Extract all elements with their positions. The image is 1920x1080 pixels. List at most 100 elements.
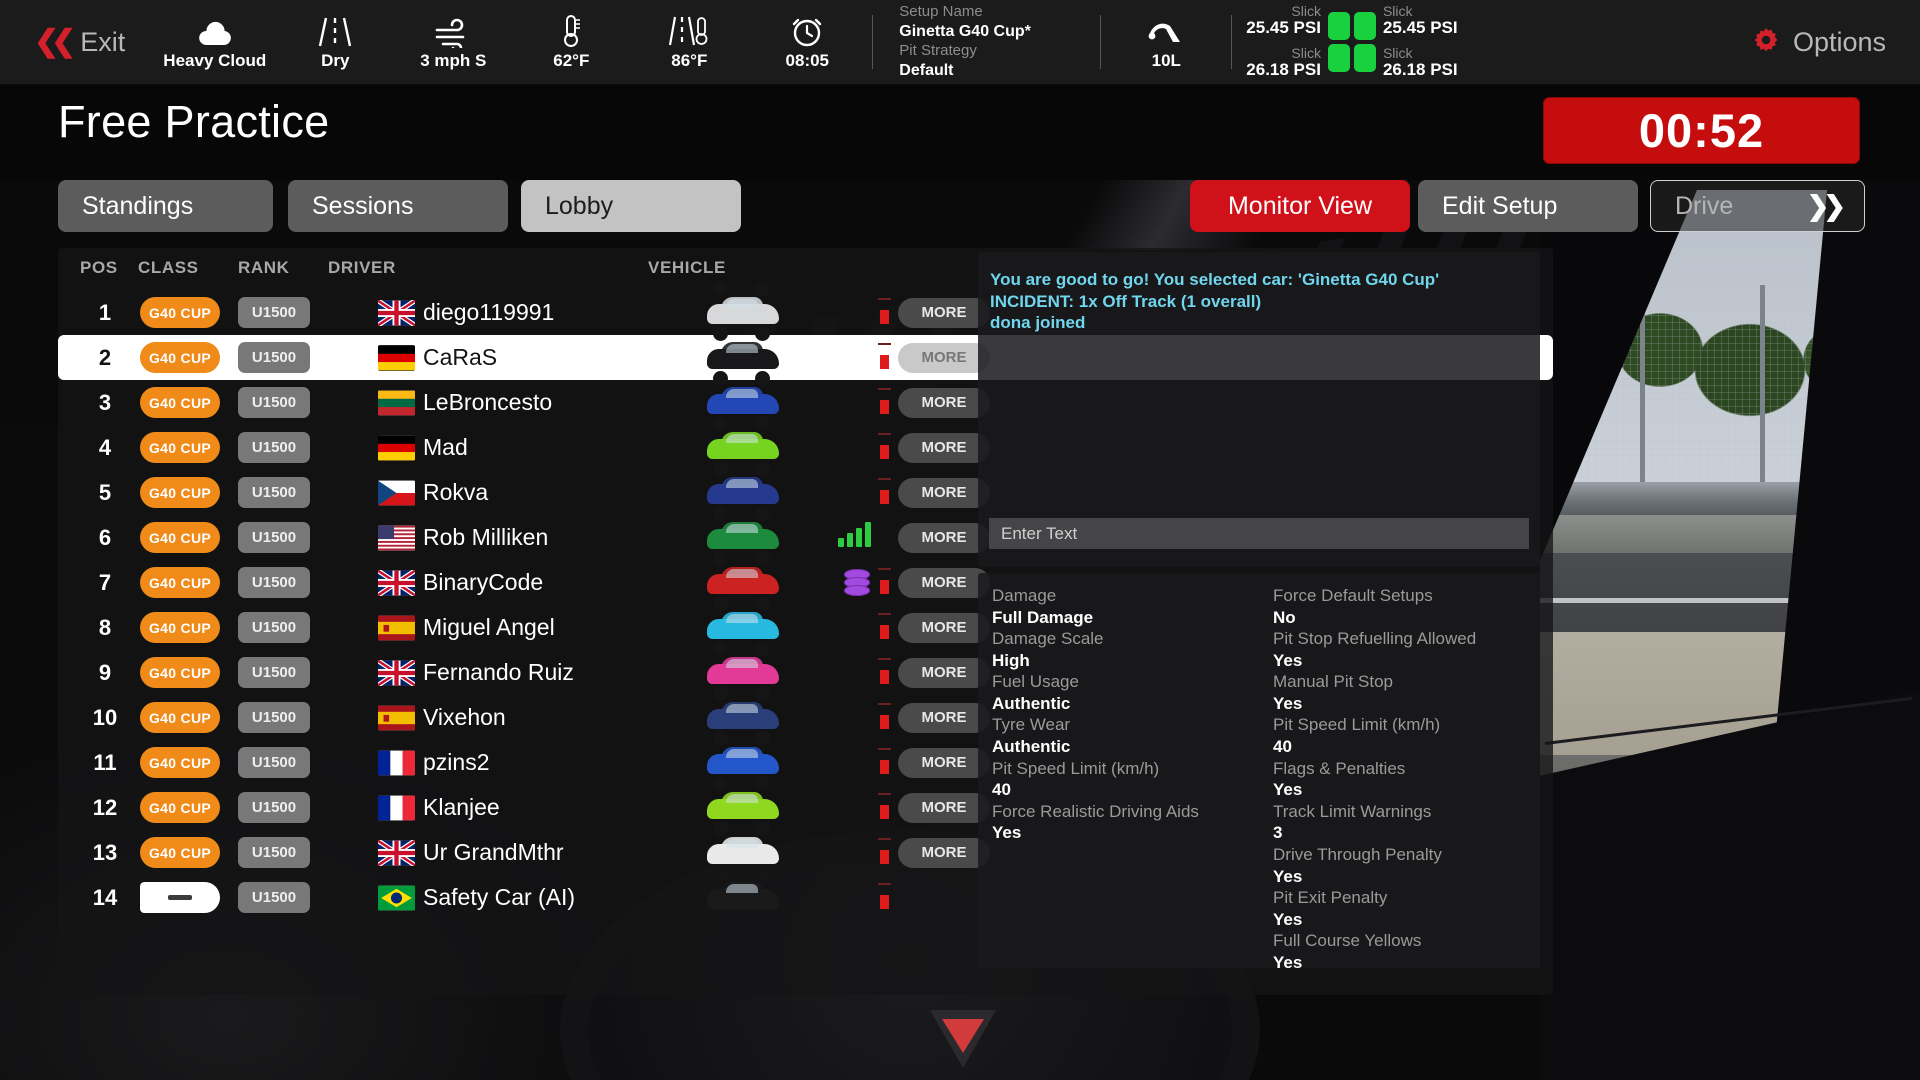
vehicle-thumbnail bbox=[703, 460, 785, 510]
tab-lobby[interactable]: Lobby bbox=[521, 180, 741, 232]
more-button[interactable]: MORE bbox=[898, 297, 990, 328]
setup-name-label: Setup Name bbox=[899, 2, 983, 20]
chat-message-list: You are good to go! You selected car: 'G… bbox=[978, 252, 1540, 334]
ping-dash bbox=[878, 882, 891, 885]
options-button[interactable]: Options bbox=[1719, 0, 1920, 84]
page-title: Free Practice bbox=[58, 96, 330, 147]
driver-name: CaRaS bbox=[423, 344, 498, 370]
divider bbox=[1231, 15, 1233, 69]
rank-badge: U1500 bbox=[238, 702, 310, 733]
more-button[interactable]: MORE bbox=[898, 432, 990, 463]
country-flag-icon bbox=[378, 299, 415, 326]
pit-strategy-label: Pit Strategy bbox=[899, 42, 977, 59]
fuel-value: 10L bbox=[1151, 50, 1181, 70]
track-temp-icon bbox=[667, 14, 711, 48]
tyre-rl-compound: Slick bbox=[1291, 45, 1321, 61]
chat-message: dona joined bbox=[990, 313, 1086, 333]
vehicle-thumbnail bbox=[703, 415, 785, 465]
rank-badge: U1500 bbox=[238, 612, 310, 643]
edit-setup-button[interactable]: Edit Setup bbox=[1418, 180, 1638, 232]
air-temperature-value: 62°F bbox=[553, 50, 590, 70]
setting-label: Pit Exit Penalty bbox=[1273, 888, 1388, 908]
country-flag-icon bbox=[378, 389, 415, 416]
setting-label: Flags & Penalties bbox=[1273, 758, 1406, 778]
more-button[interactable]: MORE bbox=[898, 702, 990, 733]
more-button[interactable]: MORE bbox=[898, 477, 990, 508]
country-flag-icon bbox=[378, 659, 415, 686]
tyre-front-right: Slick 25.45 PSI bbox=[1382, 3, 1458, 38]
connection-indicator bbox=[838, 836, 898, 870]
connection-indicator bbox=[838, 386, 898, 420]
ping-indicator-icon bbox=[880, 399, 889, 414]
setting-label: Pit Speed Limit (km/h) bbox=[1273, 715, 1441, 735]
road-dry-icon bbox=[317, 14, 353, 48]
connection-indicator bbox=[838, 296, 898, 330]
ping-dash bbox=[878, 657, 891, 660]
vehicle-thumbnail bbox=[703, 775, 785, 825]
connection-indicator bbox=[838, 746, 898, 780]
drive-button[interactable]: Drive ❯❯ bbox=[1650, 180, 1865, 232]
setting-label: Full Course Yellows bbox=[1273, 931, 1422, 951]
more-button[interactable]: MORE bbox=[898, 522, 990, 553]
class-badge: G40 CUP bbox=[140, 612, 220, 643]
ping-dash bbox=[878, 702, 891, 705]
tyre-swatch-rr bbox=[1353, 44, 1376, 72]
divider bbox=[1100, 15, 1102, 69]
ping-indicator-icon bbox=[880, 804, 889, 819]
ping-indicator-icon bbox=[880, 444, 889, 459]
monitor-view-button[interactable]: Monitor View bbox=[1190, 180, 1410, 232]
position: 14 bbox=[92, 884, 118, 910]
more-button[interactable]: MORE bbox=[898, 837, 990, 868]
tab-standings[interactable]: Standings bbox=[58, 180, 273, 232]
setting-value: 40 bbox=[992, 780, 1011, 800]
rank-badge: U1500 bbox=[238, 477, 310, 508]
ping-dash bbox=[878, 567, 891, 570]
position: 10 bbox=[92, 704, 118, 730]
more-button[interactable]: MORE bbox=[898, 387, 990, 418]
connection-indicator bbox=[838, 521, 898, 555]
driver-name: Ur GrandMthr bbox=[423, 839, 564, 865]
driver-name: Miguel Angel bbox=[423, 614, 555, 640]
more-button[interactable]: MORE bbox=[898, 612, 990, 643]
setting-label: Force Realistic Driving Aids bbox=[992, 801, 1199, 821]
drive-label: Drive bbox=[1675, 191, 1734, 220]
more-button[interactable]: MORE bbox=[898, 747, 990, 778]
track-temperature-value: 86°F bbox=[671, 50, 708, 70]
ping-indicator-icon bbox=[880, 309, 889, 324]
setup-info[interactable]: Setup Name Ginetta G40 Cup* Pit Strategy… bbox=[879, 0, 1094, 84]
tyre-status-group: Slick 25.45 PSI Slick 26.18 PSI Slick 25… bbox=[1238, 0, 1465, 84]
divider bbox=[872, 15, 874, 69]
setting-value: Yes bbox=[1273, 952, 1303, 972]
setting-label: Drive Through Penalty bbox=[1273, 844, 1442, 864]
class-badge: G40 CUP bbox=[140, 657, 220, 688]
more-button[interactable]: MORE bbox=[898, 657, 990, 688]
vehicle-thumbnail bbox=[703, 325, 785, 375]
air-temperature-tile: 62°F bbox=[512, 0, 630, 84]
chat-input[interactable] bbox=[989, 518, 1529, 549]
weather-value: Heavy Cloud bbox=[163, 50, 267, 70]
tyre-fr-pressure: 25.45 PSI bbox=[1382, 18, 1458, 38]
more-button[interactable]: MORE bbox=[898, 792, 990, 823]
class-badge: G40 CUP bbox=[140, 747, 220, 778]
back-chevron-icon: ❮❮ bbox=[34, 25, 76, 58]
column-header-driver: DRIVER bbox=[328, 258, 396, 277]
setting-value: Full Damage bbox=[992, 607, 1094, 627]
setting-label: Damage Scale bbox=[992, 629, 1104, 649]
setting-label: Pit Stop Refuelling Allowed bbox=[1273, 629, 1477, 649]
column-header-vehicle: VEHICLE bbox=[648, 258, 726, 277]
country-flag-icon bbox=[378, 479, 415, 506]
vehicle-thumbnail bbox=[703, 550, 785, 600]
country-flag-icon bbox=[378, 569, 415, 596]
setting-label: Damage bbox=[992, 586, 1057, 605]
exit-button[interactable]: ❮❮ Exit bbox=[0, 0, 153, 84]
clock-icon bbox=[790, 14, 824, 48]
driver-name: pzins2 bbox=[423, 749, 490, 775]
more-button[interactable]: MORE bbox=[898, 342, 990, 373]
class-badge-blank bbox=[140, 882, 220, 913]
connection-indicator bbox=[838, 881, 898, 915]
tyre-swatch-fr bbox=[1353, 12, 1376, 40]
more-button[interactable]: MORE bbox=[898, 567, 990, 598]
ping-indicator-icon bbox=[880, 489, 889, 504]
weather-tile: Heavy Cloud bbox=[153, 0, 276, 84]
tab-sessions[interactable]: Sessions bbox=[288, 180, 508, 232]
